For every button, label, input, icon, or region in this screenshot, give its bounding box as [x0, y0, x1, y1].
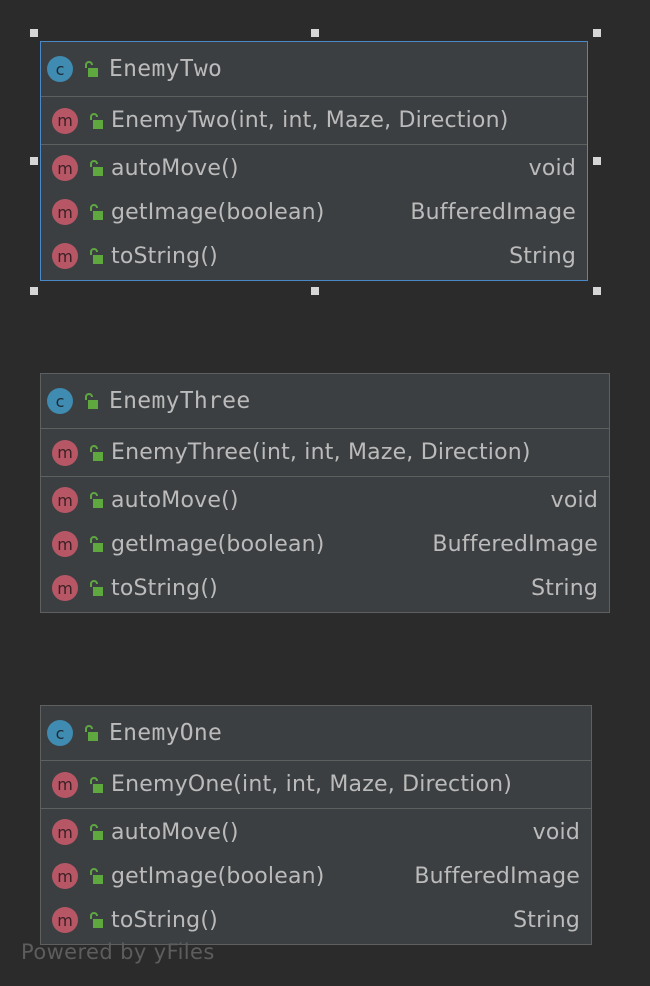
- method-icon: m: [52, 819, 78, 845]
- method-signature: autoMove(): [111, 487, 239, 513]
- constructor-signature: EnemyOne(int, int, Maze, Direction): [111, 772, 513, 797]
- class-node-enemyone[interactable]: c EnemyOne m EnemyOne(int, int, Maze, Di…: [40, 705, 592, 945]
- method-row[interactable]: m getImage(boolean) BufferedImage: [41, 854, 591, 898]
- selection-handle-bottom-left[interactable]: [30, 287, 38, 295]
- class-icon: c: [47, 720, 73, 746]
- constructor-row[interactable]: m EnemyThree(int, int, Maze, Direction): [41, 429, 609, 477]
- public-lock-icon: [86, 822, 106, 842]
- selection-handle-top-left[interactable]: [30, 29, 38, 37]
- method-return-type: void: [532, 819, 580, 845]
- class-name: EnemyOne: [109, 720, 223, 746]
- class-node-enemythree[interactable]: c EnemyThree m EnemyThree(int, int, Maze…: [40, 373, 610, 613]
- class-icon: c: [47, 388, 73, 414]
- method-return-type: BufferedImage: [432, 531, 598, 557]
- method-signature: autoMove(): [111, 155, 239, 181]
- public-lock-icon: [86, 534, 106, 554]
- method-list: m autoMove() void m getImage(boolean) Bu…: [41, 477, 609, 610]
- public-lock-icon: [86, 202, 106, 222]
- method-icon: m: [52, 575, 78, 601]
- method-row[interactable]: m autoMove() void: [41, 810, 591, 854]
- public-lock-icon: [81, 391, 101, 411]
- method-icon: m: [52, 107, 78, 134]
- method-row[interactable]: m toString() String: [41, 898, 591, 942]
- method-return-type: String: [531, 575, 598, 601]
- method-row[interactable]: m autoMove() void: [41, 146, 587, 190]
- method-return-type: String: [509, 243, 576, 269]
- method-signature: toString(): [111, 575, 218, 601]
- class-header: c EnemyThree: [41, 374, 609, 429]
- constructor-signature: EnemyTwo(int, int, Maze, Direction): [111, 108, 509, 133]
- public-lock-icon: [86, 158, 106, 178]
- selection-handle-top-right[interactable]: [593, 29, 601, 37]
- method-return-type: BufferedImage: [410, 199, 576, 225]
- method-row[interactable]: m toString() String: [41, 234, 587, 278]
- public-lock-icon: [86, 578, 106, 598]
- method-return-type: String: [513, 907, 580, 933]
- method-signature: toString(): [111, 243, 218, 269]
- public-lock-icon: [86, 775, 106, 795]
- method-signature: getImage(boolean): [111, 199, 325, 225]
- class-icon: c: [47, 56, 73, 82]
- method-signature: getImage(boolean): [111, 863, 325, 889]
- constructor-row[interactable]: m EnemyTwo(int, int, Maze, Direction): [41, 97, 587, 145]
- method-icon: m: [52, 199, 78, 225]
- public-lock-icon: [86, 111, 106, 131]
- method-signature: toString(): [111, 907, 218, 933]
- method-row[interactable]: m toString() String: [41, 566, 609, 610]
- selection-handle-bottom-right[interactable]: [593, 287, 601, 295]
- method-return-type: BufferedImage: [414, 863, 580, 889]
- method-signature: autoMove(): [111, 819, 239, 845]
- method-row[interactable]: m getImage(boolean) BufferedImage: [41, 522, 609, 566]
- method-icon: m: [52, 531, 78, 557]
- constructor-signature: EnemyThree(int, int, Maze, Direction): [111, 440, 531, 465]
- method-icon: m: [52, 863, 78, 889]
- method-list: m autoMove() void m getImage(boolean) Bu…: [41, 809, 591, 942]
- class-name: EnemyThree: [109, 388, 251, 414]
- public-lock-icon: [86, 490, 106, 510]
- public-lock-icon: [86, 246, 106, 266]
- method-row[interactable]: m autoMove() void: [41, 478, 609, 522]
- public-lock-icon: [86, 910, 106, 930]
- public-lock-icon: [86, 866, 106, 886]
- selection-handle-top-middle[interactable]: [311, 29, 319, 37]
- public-lock-icon: [81, 59, 101, 79]
- method-icon: m: [52, 771, 78, 798]
- public-lock-icon: [86, 443, 106, 463]
- selection-handle-bottom-middle[interactable]: [311, 287, 319, 295]
- class-node-enemytwo[interactable]: c EnemyTwo m EnemyTwo(int, int, Maze, Di…: [40, 41, 588, 281]
- class-header: c EnemyTwo: [41, 42, 587, 97]
- selection-handle-middle-right[interactable]: [593, 157, 601, 165]
- method-icon: m: [52, 907, 78, 933]
- constructor-row[interactable]: m EnemyOne(int, int, Maze, Direction): [41, 761, 591, 809]
- public-lock-icon: [81, 723, 101, 743]
- yfiles-watermark: Powered by yFiles: [21, 940, 215, 964]
- method-icon: m: [52, 487, 78, 513]
- method-return-type: void: [528, 155, 576, 181]
- selection-handle-middle-left[interactable]: [30, 157, 38, 165]
- method-icon: m: [52, 155, 78, 181]
- class-header: c EnemyOne: [41, 706, 591, 761]
- method-icon: m: [52, 439, 78, 466]
- method-return-type: void: [550, 487, 598, 513]
- method-row[interactable]: m getImage(boolean) BufferedImage: [41, 190, 587, 234]
- method-list: m autoMove() void m getImage(boolean) Bu…: [41, 145, 587, 278]
- method-icon: m: [52, 243, 78, 269]
- class-name: EnemyTwo: [109, 56, 223, 82]
- method-signature: getImage(boolean): [111, 531, 325, 557]
